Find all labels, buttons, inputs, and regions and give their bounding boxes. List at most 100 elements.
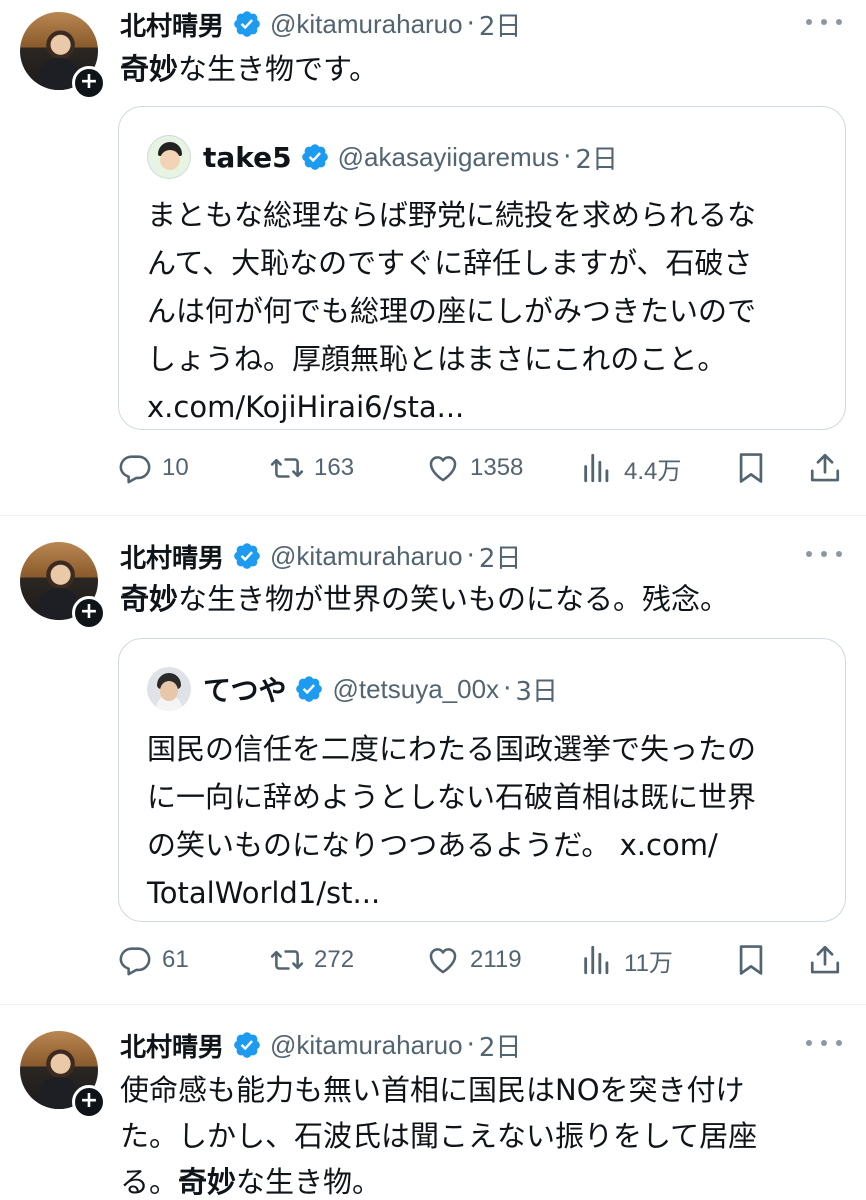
quoted-text-line: んは何が何でも総理の座にしがみつきたいので	[147, 294, 757, 328]
verified-badge-icon	[294, 674, 324, 704]
bookmark-icon	[734, 451, 768, 485]
action-bar: 61 272 2119 11万	[118, 938, 848, 982]
author-handle[interactable]: @kitamuraharuo	[270, 9, 463, 40]
post-text-rest: な生き物が世界の笑いものになる。残念。	[178, 582, 730, 616]
post-header: 北村晴男 @kitamuraharuo · 2日	[120, 538, 521, 574]
action-bar: 10 163 1358 4.4万	[118, 446, 848, 490]
repost-icon	[270, 943, 304, 977]
quoted-text-line: んて、大恥なのですぐに辞任しますが、石破さ	[147, 246, 753, 280]
like-icon	[426, 451, 460, 485]
quoted-post-time: 2日	[575, 144, 618, 175]
post-time[interactable]: 2日	[479, 538, 522, 575]
post-text-line: る。奇妙な生き物。	[120, 1159, 820, 1200]
author-avatar-wrapper[interactable]: +	[20, 12, 106, 100]
share-button[interactable]	[808, 938, 842, 982]
quoted-post[interactable]: てつや @tetsuya_00x · 3日 国民の信任を二度にわたる国政選挙で失…	[118, 638, 846, 922]
like-icon	[426, 943, 460, 977]
author-avatar-wrapper[interactable]: +	[20, 1031, 106, 1119]
quoted-author-name: take5	[203, 140, 292, 174]
avatar	[147, 135, 191, 179]
verified-badge-icon	[232, 541, 262, 571]
post-text-bold: 奇妙	[120, 582, 179, 616]
verified-badge-icon	[300, 142, 330, 172]
views-icon	[580, 943, 614, 977]
quoted-post-header: take5 @akasayiigaremus · 2日	[147, 135, 618, 179]
repost-button[interactable]: 163	[270, 446, 354, 490]
post[interactable]: + 北村晴男 @kitamuraharuo · 2日 奇妙な生き物が世界の笑いも…	[0, 516, 866, 1004]
author-handle[interactable]: @kitamuraharuo	[270, 1030, 463, 1061]
more-options-icon[interactable]	[806, 1031, 842, 1055]
like-count: 2119	[470, 946, 522, 973]
repost-button[interactable]: 272	[270, 938, 354, 982]
views-icon	[580, 451, 614, 485]
post-text-bold: 奇妙	[178, 1165, 237, 1199]
post-time[interactable]: 2日	[479, 6, 522, 43]
quoted-text-line: しょうね。厚顔無恥とはまさにこれのこと。	[147, 342, 727, 376]
post-time[interactable]: 2日	[479, 1027, 522, 1064]
reply-button[interactable]: 61	[118, 938, 189, 982]
separator-dot: ·	[466, 9, 475, 39]
more-options-icon[interactable]	[806, 10, 842, 34]
quoted-link[interactable]: TotalWorld1/st...	[147, 869, 827, 917]
quoted-text-line: の笑いものになりつつあるようだ。 x.com/	[147, 828, 718, 862]
views-button[interactable]: 11万	[580, 938, 673, 982]
quoted-text-line: に一向に辞めようとしない石破首相は既に世界	[147, 780, 757, 814]
post-text: 奇妙な生き物が世界の笑いものになる。残念。	[120, 578, 820, 620]
author-name[interactable]: 北村晴男	[120, 538, 224, 575]
post-header: 北村晴男 @kitamuraharuo · 2日	[120, 1027, 521, 1063]
quoted-post-time: 3日	[515, 676, 558, 707]
post-text-rest: な生き物です。	[178, 52, 379, 86]
post[interactable]: + 北村晴男 @kitamuraharuo · 2日 奇妙な生き物です。 tak…	[0, 0, 866, 515]
views-button[interactable]: 4.4万	[580, 446, 681, 490]
quoted-author-name: てつや	[203, 674, 287, 707]
quoted-link[interactable]: x.com/KojiHirai6/sta...	[147, 383, 827, 431]
quoted-post[interactable]: take5 @akasayiigaremus · 2日 まともな総理ならば野党に…	[118, 106, 846, 430]
quoted-post-text: 国民の信任を二度にわたる国政選挙で失ったの に一向に辞めようとしない石破首相は既…	[147, 725, 827, 917]
share-button[interactable]	[808, 446, 842, 490]
follow-plus-icon[interactable]: +	[72, 596, 106, 630]
follow-plus-icon[interactable]: +	[72, 66, 106, 100]
post-header: 北村晴男 @kitamuraharuo · 2日	[120, 6, 521, 42]
timeline-feed: + 北村晴男 @kitamuraharuo · 2日 奇妙な生き物です。 tak…	[0, 0, 866, 1200]
separator-dot: ·	[466, 541, 475, 571]
quoted-text-line: 国民の信任を二度にわたる国政選挙で失ったの	[147, 732, 757, 766]
post-text: 奇妙な生き物です。	[120, 48, 820, 90]
like-button[interactable]: 2119	[426, 938, 522, 982]
post-text-prefix: る。	[120, 1165, 179, 1199]
view-count: 4.4万	[624, 457, 682, 485]
quoted-text-line: まともな総理ならば野党に続投を求められるな	[147, 198, 757, 232]
avatar	[147, 667, 191, 711]
separator-dot: ·	[503, 674, 512, 704]
post-text-line: た。しかし、石波氏は聞こえない振りをして居座	[120, 1119, 758, 1153]
bookmark-button[interactable]	[734, 938, 768, 982]
share-icon	[808, 943, 842, 977]
reply-icon	[118, 451, 152, 485]
bookmark-button[interactable]	[734, 446, 768, 490]
like-count: 1358	[470, 454, 524, 481]
reply-count: 61	[162, 946, 189, 973]
share-icon	[808, 451, 842, 485]
post[interactable]: + 北村晴男 @kitamuraharuo · 2日 使命感も能力も無い首相に国…	[0, 1005, 866, 1200]
post-text-bold: 奇妙	[120, 52, 179, 86]
quoted-author-handle: @akasayiigaremus	[337, 141, 560, 172]
more-options-icon[interactable]	[806, 542, 842, 566]
author-name[interactable]: 北村晴男	[120, 1027, 224, 1064]
post-text: 使命感も能力も無い首相に国民はNOを突き付け た。しかし、石波氏は聞こえない振り…	[120, 1067, 820, 1200]
author-avatar-wrapper[interactable]: +	[20, 542, 106, 630]
view-count: 11万	[624, 949, 673, 977]
repost-count: 272	[314, 946, 355, 973]
quoted-post-header: てつや @tetsuya_00x · 3日	[147, 667, 558, 711]
separator-dot: ·	[466, 1030, 475, 1060]
repost-icon	[270, 451, 304, 485]
reply-count: 10	[162, 454, 189, 481]
reply-button[interactable]: 10	[118, 446, 189, 490]
quoted-author-handle: @tetsuya_00x	[332, 673, 500, 704]
like-button[interactable]: 1358	[426, 446, 523, 490]
author-handle[interactable]: @kitamuraharuo	[270, 541, 463, 572]
quoted-post-text: まともな総理ならば野党に続投を求められるな んて、大恥なのですぐに辞任しますが、…	[147, 191, 827, 431]
follow-plus-icon[interactable]: +	[72, 1085, 106, 1119]
post-text-rest: な生き物。	[236, 1165, 382, 1199]
repost-count: 163	[314, 454, 355, 481]
verified-badge-icon	[232, 1030, 262, 1060]
author-name[interactable]: 北村晴男	[120, 6, 224, 43]
